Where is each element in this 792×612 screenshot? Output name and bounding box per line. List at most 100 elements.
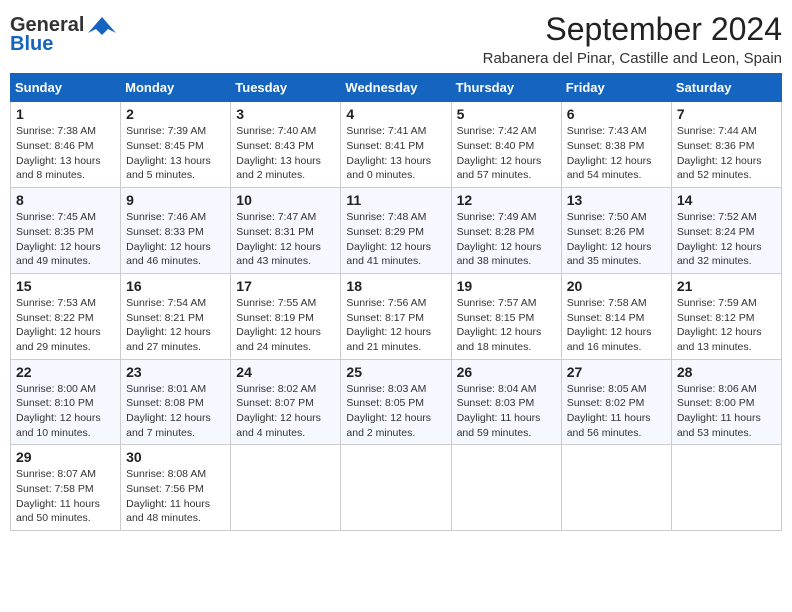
day-number: 2 — [126, 106, 225, 122]
logo-blue: Blue — [10, 33, 53, 56]
day-number: 12 — [457, 192, 556, 208]
day-info: Sunrise: 7:41 AMSunset: 8:41 PMDaylight:… — [346, 124, 445, 183]
calendar-cell: 10 Sunrise: 7:47 AMSunset: 8:31 PMDayligh… — [231, 188, 341, 274]
day-number: 5 — [457, 106, 556, 122]
calendar-subtitle: Rabanera del Pinar, Castille and Leon, S… — [483, 50, 782, 67]
day-number: 11 — [346, 192, 445, 208]
day-number: 25 — [346, 364, 445, 380]
day-info: Sunrise: 7:49 AMSunset: 8:28 PMDaylight:… — [457, 210, 556, 269]
day-number: 27 — [567, 364, 666, 380]
day-info: Sunrise: 7:42 AMSunset: 8:40 PMDaylight:… — [457, 124, 556, 183]
calendar-cell: 18Sunrise: 7:56 AMSunset: 8:17 PMDayligh… — [341, 273, 451, 359]
day-number: 18 — [346, 278, 445, 294]
calendar-cell: 3 Sunrise: 7:40 AMSunset: 8:43 PMDaylight… — [231, 102, 341, 188]
day-number: 24 — [236, 364, 335, 380]
day-info: Sunrise: 8:03 AMSunset: 8:05 PMDaylight:… — [346, 382, 445, 441]
column-header-sunday: Sunday — [11, 74, 121, 102]
day-info: Sunrise: 7:50 AMSunset: 8:26 PMDaylight:… — [567, 210, 666, 269]
day-info: Sunrise: 8:05 AMSunset: 8:02 PMDaylight:… — [567, 382, 666, 441]
day-info: Sunrise: 7:53 AMSunset: 8:22 PMDaylight:… — [16, 296, 115, 355]
calendar-cell: 9 Sunrise: 7:46 AMSunset: 8:33 PMDaylight… — [121, 188, 231, 274]
calendar-cell: 28 Sunrise: 8:06 AMSunset: 8:00 PMDayligh… — [671, 359, 781, 445]
calendar-cell: 19 Sunrise: 7:57 AMSunset: 8:15 PMDayligh… — [451, 273, 561, 359]
day-number: 10 — [236, 192, 335, 208]
calendar-title: September 2024 — [483, 10, 782, 48]
column-header-saturday: Saturday — [671, 74, 781, 102]
column-header-thursday: Thursday — [451, 74, 561, 102]
day-info: Sunrise: 8:06 AMSunset: 8:00 PMDaylight:… — [677, 382, 776, 441]
day-number: 16 — [126, 278, 225, 294]
day-number: 3 — [236, 106, 335, 122]
day-info: Sunrise: 7:46 AMSunset: 8:33 PMDaylight:… — [126, 210, 225, 269]
calendar-cell: 6 Sunrise: 7:43 AMSunset: 8:38 PMDaylight… — [561, 102, 671, 188]
day-headers-row: SundayMondayTuesdayWednesdayThursdayFrid… — [11, 74, 782, 102]
calendar-cell: 14 Sunrise: 7:52 AMSunset: 8:24 PMDayligh… — [671, 188, 781, 274]
day-info: Sunrise: 7:40 AMSunset: 8:43 PMDaylight:… — [236, 124, 335, 183]
day-info: Sunrise: 7:43 AMSunset: 8:38 PMDaylight:… — [567, 124, 666, 183]
day-info: Sunrise: 8:08 AMSunset: 7:56 PMDaylight:… — [126, 467, 225, 526]
calendar-table: SundayMondayTuesdayWednesdayThursdayFrid… — [10, 73, 782, 531]
day-number: 26 — [457, 364, 556, 380]
calendar-cell: 16 Sunrise: 7:54 AMSunset: 8:21 PMDayligh… — [121, 273, 231, 359]
week-row-4: 22Sunrise: 8:00 AMSunset: 8:10 PMDayligh… — [11, 359, 782, 445]
calendar-cell: 23 Sunrise: 8:01 AMSunset: 8:08 PMDayligh… — [121, 359, 231, 445]
day-number: 29 — [16, 449, 115, 465]
calendar-cell: 11Sunrise: 7:48 AMSunset: 8:29 PMDayligh… — [341, 188, 451, 274]
calendar-cell: 4 Sunrise: 7:41 AMSunset: 8:41 PMDaylight… — [341, 102, 451, 188]
calendar-cell: 15 Sunrise: 7:53 AMSunset: 8:22 PMDayligh… — [11, 273, 121, 359]
day-number: 20 — [567, 278, 666, 294]
calendar-cell: 12 Sunrise: 7:49 AMSunset: 8:28 PMDayligh… — [451, 188, 561, 274]
day-info: Sunrise: 7:52 AMSunset: 8:24 PMDaylight:… — [677, 210, 776, 269]
day-info: Sunrise: 8:02 AMSunset: 8:07 PMDaylight:… — [236, 382, 335, 441]
calendar-cell: 2 Sunrise: 7:39 AMSunset: 8:45 PMDaylight… — [121, 102, 231, 188]
day-number: 8 — [16, 192, 115, 208]
day-info: Sunrise: 7:47 AMSunset: 8:31 PMDaylight:… — [236, 210, 335, 269]
day-info: Sunrise: 7:45 AMSunset: 8:35 PMDaylight:… — [16, 210, 115, 269]
day-number: 9 — [126, 192, 225, 208]
day-info: Sunrise: 8:04 AMSunset: 8:03 PMDaylight:… — [457, 382, 556, 441]
week-row-2: 8 Sunrise: 7:45 AMSunset: 8:35 PMDaylight… — [11, 188, 782, 274]
week-row-5: 29 Sunrise: 8:07 AMSunset: 7:58 PMDayligh… — [11, 445, 782, 531]
calendar-cell: 1Sunrise: 7:38 AMSunset: 8:46 PMDaylight… — [11, 102, 121, 188]
calendar-cell — [231, 445, 341, 531]
day-info: Sunrise: 7:57 AMSunset: 8:15 PMDaylight:… — [457, 296, 556, 355]
calendar-cell: 30Sunrise: 8:08 AMSunset: 7:56 PMDayligh… — [121, 445, 231, 531]
day-info: Sunrise: 8:07 AMSunset: 7:58 PMDaylight:… — [16, 467, 115, 526]
column-header-tuesday: Tuesday — [231, 74, 341, 102]
calendar-cell: 26 Sunrise: 8:04 AMSunset: 8:03 PMDayligh… — [451, 359, 561, 445]
calendar-cell — [341, 445, 451, 531]
day-info: Sunrise: 7:44 AMSunset: 8:36 PMDaylight:… — [677, 124, 776, 183]
day-info: Sunrise: 7:39 AMSunset: 8:45 PMDaylight:… — [126, 124, 225, 183]
logo-bird-icon — [88, 15, 116, 37]
day-info: Sunrise: 7:59 AMSunset: 8:12 PMDaylight:… — [677, 296, 776, 355]
calendar-cell: 13 Sunrise: 7:50 AMSunset: 8:26 PMDayligh… — [561, 188, 671, 274]
day-info: Sunrise: 7:38 AMSunset: 8:46 PMDaylight:… — [16, 124, 115, 183]
calendar-cell — [561, 445, 671, 531]
day-number: 13 — [567, 192, 666, 208]
calendar-cell: 7 Sunrise: 7:44 AMSunset: 8:36 PMDaylight… — [671, 102, 781, 188]
calendar-cell — [671, 445, 781, 531]
day-number: 28 — [677, 364, 776, 380]
day-number: 6 — [567, 106, 666, 122]
day-info: Sunrise: 7:54 AMSunset: 8:21 PMDaylight:… — [126, 296, 225, 355]
calendar-cell: 21 Sunrise: 7:59 AMSunset: 8:12 PMDayligh… — [671, 273, 781, 359]
calendar-cell: 25 Sunrise: 8:03 AMSunset: 8:05 PMDayligh… — [341, 359, 451, 445]
day-info: Sunrise: 8:01 AMSunset: 8:08 PMDaylight:… — [126, 382, 225, 441]
week-row-3: 15 Sunrise: 7:53 AMSunset: 8:22 PMDayligh… — [11, 273, 782, 359]
day-number: 4 — [346, 106, 445, 122]
day-number: 19 — [457, 278, 556, 294]
day-number: 21 — [677, 278, 776, 294]
day-number: 7 — [677, 106, 776, 122]
day-number: 14 — [677, 192, 776, 208]
day-number: 15 — [16, 278, 115, 294]
calendar-title-area: September 2024 Rabanera del Pinar, Casti… — [483, 10, 782, 67]
calendar-cell: 20 Sunrise: 7:58 AMSunset: 8:14 PMDayligh… — [561, 273, 671, 359]
calendar-cell: 29 Sunrise: 8:07 AMSunset: 7:58 PMDayligh… — [11, 445, 121, 531]
calendar-cell: 22Sunrise: 8:00 AMSunset: 8:10 PMDayligh… — [11, 359, 121, 445]
calendar-cell — [451, 445, 561, 531]
day-info: Sunrise: 7:58 AMSunset: 8:14 PMDaylight:… — [567, 296, 666, 355]
day-number: 23 — [126, 364, 225, 380]
column-header-friday: Friday — [561, 74, 671, 102]
calendar-cell: 24 Sunrise: 8:02 AMSunset: 8:07 PMDayligh… — [231, 359, 341, 445]
calendar-cell: 8 Sunrise: 7:45 AMSunset: 8:35 PMDaylight… — [11, 188, 121, 274]
